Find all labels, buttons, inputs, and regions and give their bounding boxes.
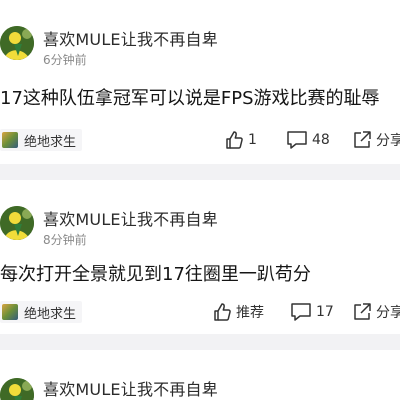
share-button[interactable]: 分享 bbox=[352, 301, 400, 323]
post-actions: 绝地求生 1 48 分享 bbox=[0, 129, 400, 151]
topic-tag-label: 绝地求生 bbox=[24, 134, 77, 150]
comment-button[interactable]: 48 bbox=[286, 129, 330, 151]
game-icon bbox=[2, 132, 18, 148]
post-actions: 绝地求生 推荐 17 分享 bbox=[0, 301, 400, 323]
author-name[interactable]: 喜欢MULE让我不再自卑 bbox=[43, 376, 218, 400]
topic-tag[interactable]: 绝地求生 bbox=[0, 129, 83, 151]
topic-tag-label: 绝地求生 bbox=[24, 306, 77, 322]
author-name[interactable]: 喜欢MULE让我不再自卑 bbox=[43, 26, 218, 50]
like-count: 1 bbox=[248, 132, 257, 148]
game-icon bbox=[2, 304, 18, 320]
avatar-icon bbox=[0, 378, 34, 400]
avatar[interactable] bbox=[0, 26, 34, 60]
share-button[interactable]: 分享 bbox=[352, 129, 400, 151]
share-icon bbox=[354, 303, 371, 320]
author-name[interactable]: 喜欢MULE让我不再自卑 bbox=[43, 206, 218, 230]
post-card[interactable]: 喜欢MULE让我不再自卑 8分钟前 每次打开全景就见到17往圈里一趴苟分 绝地求… bbox=[0, 180, 400, 334]
avatar-icon bbox=[0, 206, 34, 240]
comment-icon bbox=[287, 131, 307, 149]
comment-button[interactable]: 17 bbox=[290, 301, 334, 323]
comment-count: 17 bbox=[316, 304, 334, 320]
like-label: 推荐 bbox=[236, 305, 264, 321]
avatar[interactable] bbox=[0, 206, 34, 240]
share-label: 分享 bbox=[376, 305, 400, 321]
post-card[interactable]: 喜欢MULE让我不再自卑 bbox=[0, 350, 400, 400]
share-icon bbox=[354, 131, 371, 148]
like-button[interactable]: 推荐 bbox=[212, 301, 264, 323]
comment-icon bbox=[291, 303, 311, 321]
topic-tag[interactable]: 绝地求生 bbox=[0, 301, 83, 323]
thumbs-up-icon bbox=[214, 303, 231, 321]
post-time: 8分钟前 bbox=[43, 233, 87, 247]
avatar-icon bbox=[0, 26, 34, 60]
like-button[interactable]: 1 bbox=[224, 129, 257, 151]
comment-count: 48 bbox=[312, 132, 330, 148]
post-content[interactable]: 17这种队伍拿冠军可以说是FPS游戏比赛的耻辱 bbox=[0, 84, 400, 110]
post-content[interactable]: 每次打开全景就见到17往圈里一趴苟分 bbox=[0, 260, 400, 286]
avatar[interactable] bbox=[0, 378, 34, 400]
thumbs-up-icon bbox=[226, 131, 243, 149]
post-time: 6分钟前 bbox=[43, 53, 87, 67]
share-label: 分享 bbox=[376, 133, 400, 149]
post-card[interactable]: 喜欢MULE让我不再自卑 6分钟前 17这种队伍拿冠军可以说是FPS游戏比赛的耻… bbox=[0, 0, 400, 164]
